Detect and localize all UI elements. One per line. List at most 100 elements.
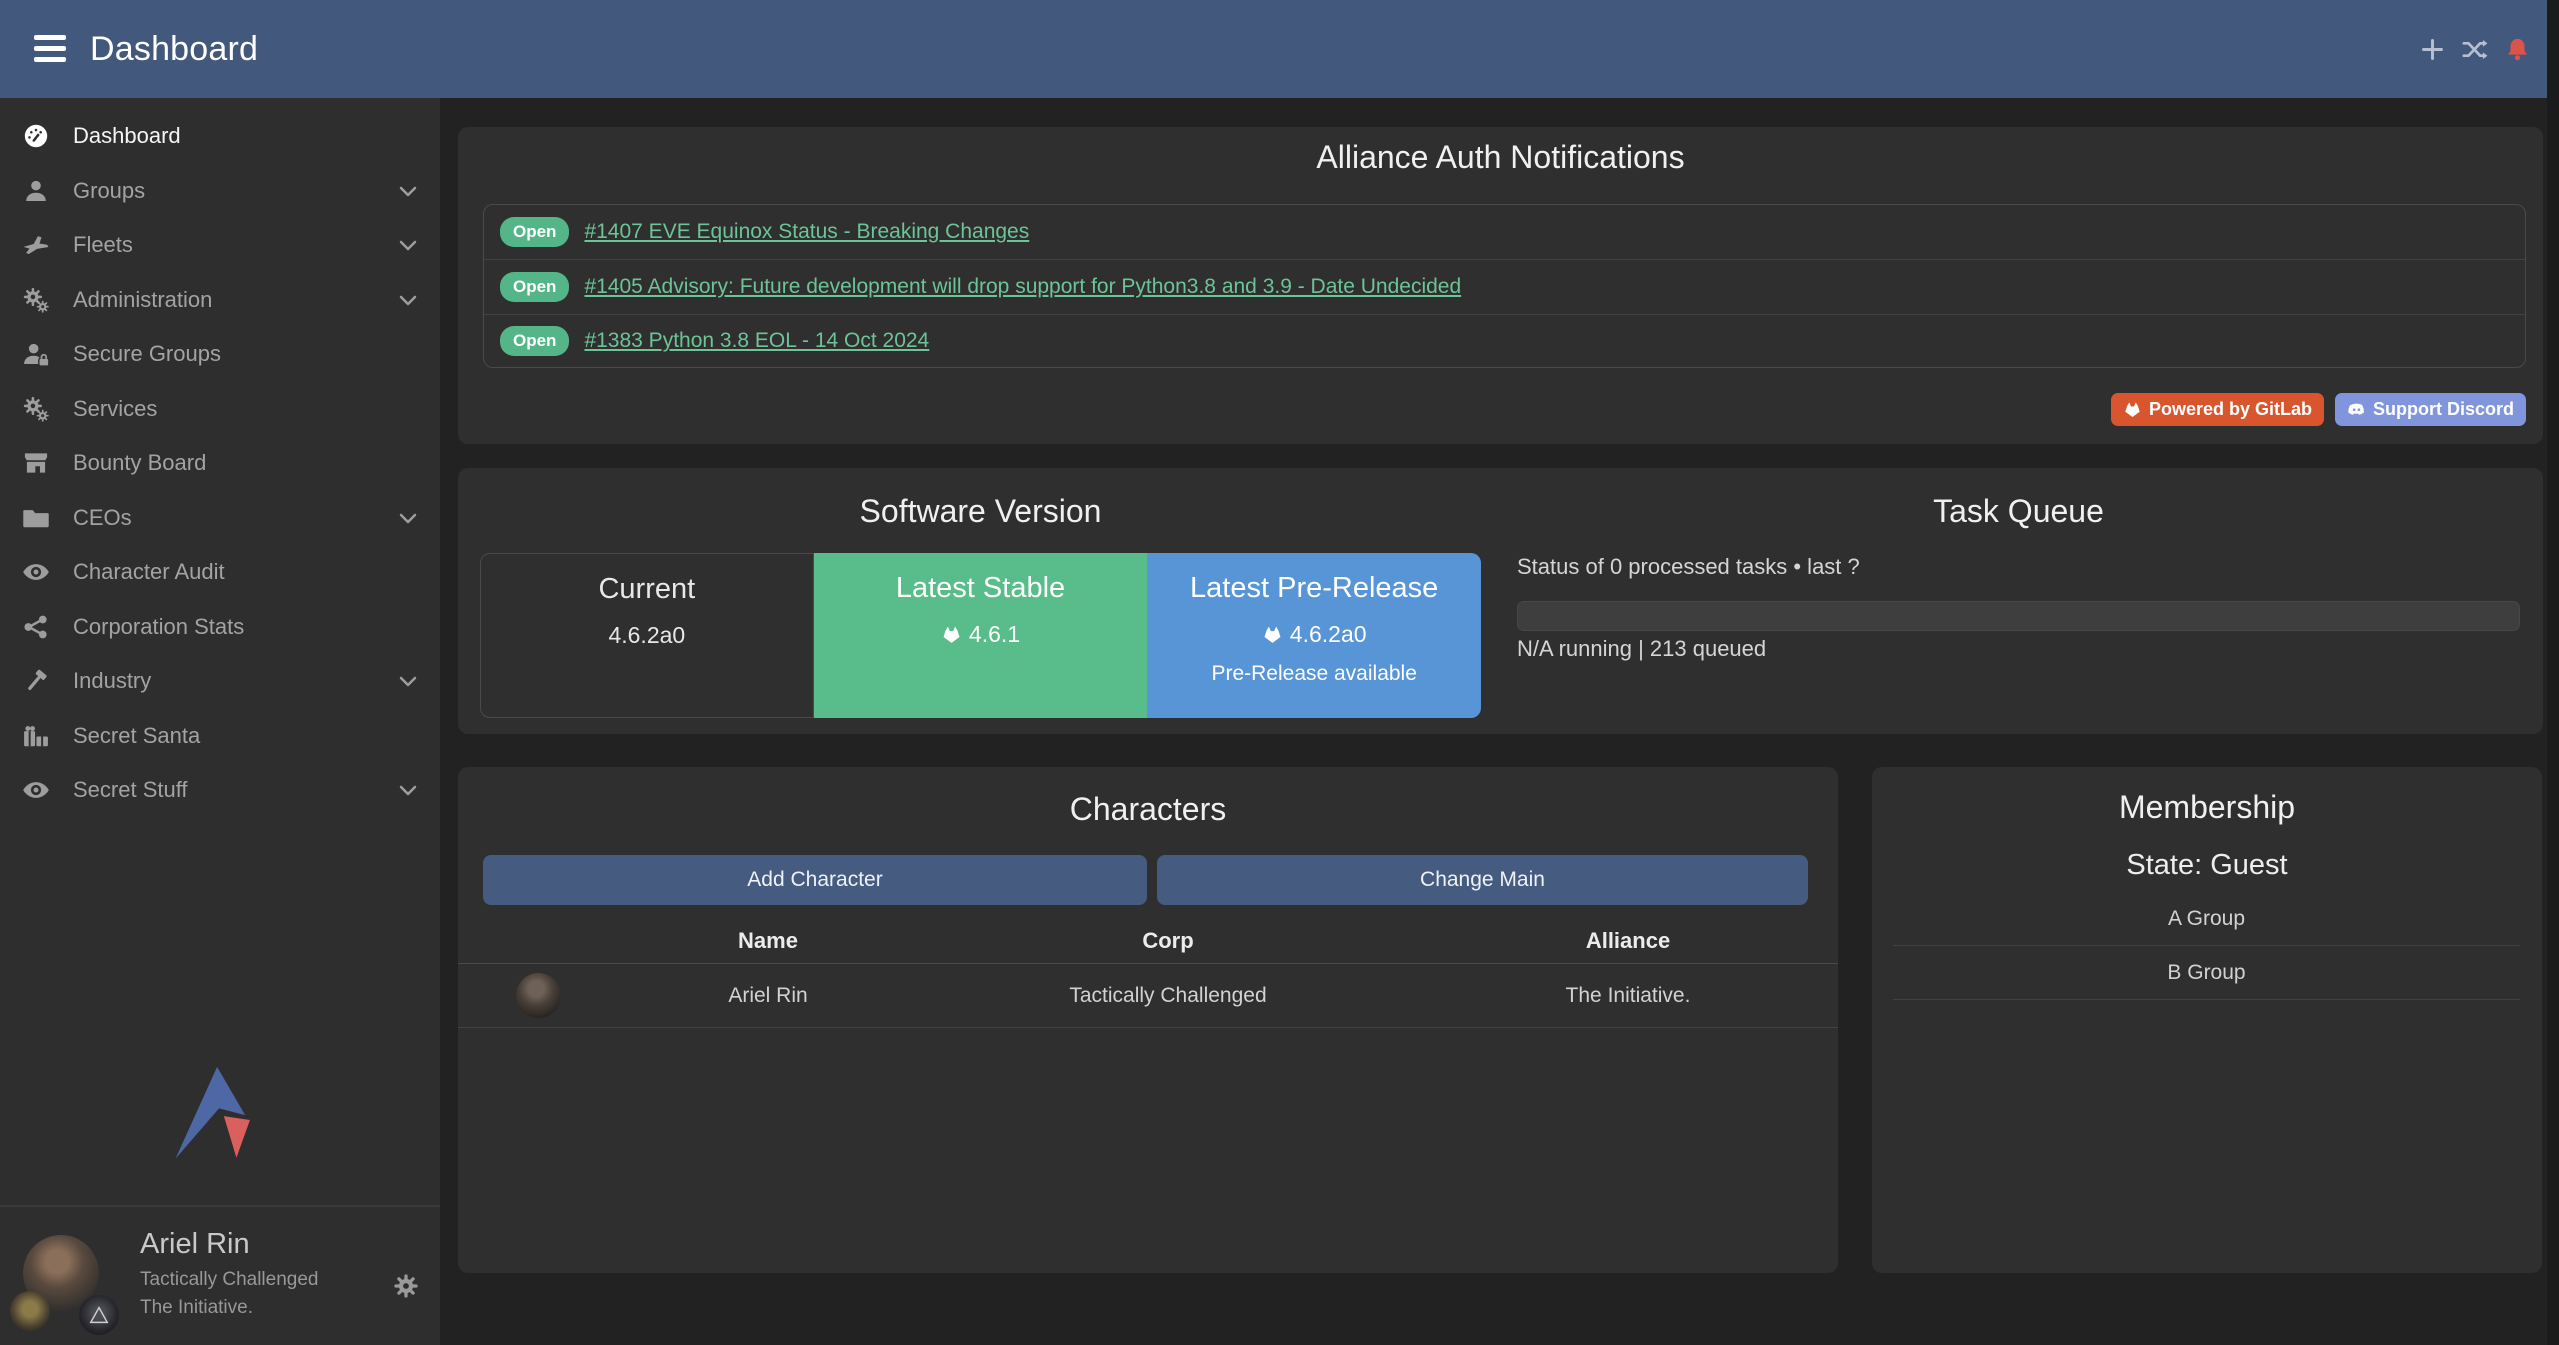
alliance-auth-logo	[162, 1058, 278, 1182]
page-title: Dashboard	[90, 30, 258, 69]
gauge-icon	[22, 122, 50, 150]
support-discord-badge[interactable]: Support Discord	[2335, 393, 2526, 426]
gift-icon	[22, 722, 50, 750]
sidebar-menu: Dashboard Groups Fleets Administration S…	[0, 98, 440, 818]
alliance-logo-badge	[79, 1295, 119, 1335]
sidebar-item-dashboard[interactable]: Dashboard	[0, 109, 440, 164]
sidebar-user-footer: Ariel Rin Tactically Challenged The Init…	[0, 1205, 440, 1345]
column-header-alliance: Alliance	[1418, 928, 1838, 954]
task-queue-status: Status of 0 processed tasks • last ?	[1517, 554, 1860, 580]
version-latest-prerelease: Latest Pre-Release 4.6.2a0 Pre-Release a…	[1147, 553, 1481, 718]
plus-icon[interactable]	[2419, 36, 2446, 63]
change-main-button[interactable]: Change Main	[1157, 855, 1808, 905]
sidebar-item-administration[interactable]: Administration	[0, 273, 440, 328]
notification-link[interactable]: #1405 Advisory: Future development will …	[584, 275, 1461, 299]
version-number: 4.6.2a0	[1290, 621, 1367, 648]
column-header-name: Name	[618, 928, 918, 954]
version-latest-stable: Latest Stable 4.6.1	[814, 553, 1148, 718]
list-item: B Group	[1893, 946, 2520, 1000]
corp-logo-badge	[10, 1291, 50, 1331]
version-number: 4.6.1	[969, 621, 1020, 648]
membership-panel: Membership State: Guest A Group B Group	[1872, 767, 2542, 1273]
chevron-down-icon	[396, 179, 420, 203]
jet-icon	[22, 231, 50, 259]
characters-panel: Characters Add Character Change Main Nam…	[458, 767, 1838, 1273]
settings-gear-icon[interactable]	[392, 1272, 420, 1300]
sidebar-item-label: Dashboard	[73, 123, 181, 149]
hamburger-menu-icon[interactable]	[34, 35, 66, 62]
version-label: Latest Stable	[814, 572, 1148, 605]
badge-label: Powered by GitLab	[2149, 399, 2312, 420]
chevron-down-icon	[396, 288, 420, 312]
membership-title: Membership	[1872, 789, 2542, 826]
sidebar-item-secure-groups[interactable]: Secure Groups	[0, 327, 440, 382]
user-corp: Tactically Challenged	[140, 1269, 319, 1291]
task-queue-summary: N/A running | 213 queued	[1517, 636, 1766, 662]
notifications-list: Open #1407 EVE Equinox Status - Breaking…	[483, 204, 2526, 368]
software-version-panel: Software Version Current 4.6.2a0 Latest …	[458, 468, 2543, 734]
membership-state: State: Guest	[1872, 849, 2542, 882]
character-name: Ariel Rin	[618, 984, 918, 1008]
sidebar-item-label: Secret Stuff	[73, 777, 188, 803]
characters-table-header: Name Corp Alliance	[458, 919, 1838, 963]
status-badge: Open	[500, 272, 569, 302]
eye-icon	[22, 776, 50, 804]
user-icon	[22, 177, 50, 205]
character-portrait	[516, 973, 561, 1018]
footer-badges: Powered by GitLab Support Discord	[2111, 393, 2526, 426]
share-icon	[22, 613, 50, 641]
sidebar-item-ceos[interactable]: CEOs	[0, 491, 440, 546]
user-alliance: The Initiative.	[140, 1297, 253, 1319]
notification-item: Open #1383 Python 3.8 EOL - 14 Oct 2024	[484, 314, 2525, 368]
chevron-down-icon	[396, 233, 420, 257]
task-queue-title: Task Queue	[1517, 493, 2520, 530]
sidebar-item-corporation-stats[interactable]: Corporation Stats	[0, 600, 440, 655]
sidebar-item-industry[interactable]: Industry	[0, 654, 440, 709]
prerelease-note: Pre-Release available	[1147, 662, 1481, 686]
sidebar-item-services[interactable]: Services	[0, 382, 440, 437]
sidebar-item-label: Character Audit	[73, 559, 225, 585]
column-header-corp: Corp	[918, 928, 1418, 954]
sidebar-item-label: Administration	[73, 287, 212, 313]
table-row: Ariel Rin Tactically Challenged The Init…	[458, 964, 1838, 1028]
sidebar-item-label: Secret Santa	[73, 723, 200, 749]
characters-title: Characters	[458, 791, 1838, 828]
sidebar-item-secret-santa[interactable]: Secret Santa	[0, 709, 440, 764]
discord-icon	[2347, 400, 2366, 419]
sidebar-item-fleets[interactable]: Fleets	[0, 218, 440, 273]
character-alliance: The Initiative.	[1418, 984, 1838, 1008]
top-navbar: Dashboard	[0, 0, 2559, 98]
version-label: Latest Pre-Release	[1147, 572, 1481, 605]
software-version-title: Software Version	[480, 493, 1481, 530]
notification-item: Open #1405 Advisory: Future development …	[484, 259, 2525, 313]
chevron-down-icon	[396, 669, 420, 693]
badge-label: Support Discord	[2373, 399, 2514, 420]
notification-link[interactable]: #1407 EVE Equinox Status - Breaking Chan…	[584, 220, 1029, 244]
character-corp: Tactically Challenged	[918, 984, 1418, 1008]
chevron-down-icon	[396, 506, 420, 530]
sidebar-item-label: Services	[73, 396, 157, 422]
sidebar-item-secret-stuff[interactable]: Secret Stuff	[0, 763, 440, 818]
cogs-icon	[22, 395, 50, 423]
sidebar-item-label: Corporation Stats	[73, 614, 244, 640]
add-character-button[interactable]: Add Character	[483, 855, 1147, 905]
powered-by-gitlab-badge[interactable]: Powered by GitLab	[2111, 393, 2324, 426]
user-name: Ariel Rin	[140, 1228, 250, 1261]
sidebar-item-label: Fleets	[73, 232, 133, 258]
shuffle-icon[interactable]	[2461, 36, 2488, 63]
sidebar-item-label: CEOs	[73, 505, 132, 531]
sidebar-item-groups[interactable]: Groups	[0, 164, 440, 219]
sidebar-item-character-audit[interactable]: Character Audit	[0, 545, 440, 600]
main-content: Alliance Auth Notifications Open #1407 E…	[440, 98, 2547, 1345]
bell-icon[interactable]	[2504, 36, 2531, 63]
notification-link[interactable]: #1383 Python 3.8 EOL - 14 Oct 2024	[584, 329, 929, 353]
sidebar-item-bounty-board[interactable]: Bounty Board	[0, 436, 440, 491]
notifications-panel: Alliance Auth Notifications Open #1407 E…	[458, 127, 2543, 444]
sidebar-item-label: Groups	[73, 178, 145, 204]
user-lock-icon	[22, 340, 50, 368]
sidebar-item-label: Secure Groups	[73, 341, 221, 367]
sidebar-item-label: Industry	[73, 668, 151, 694]
scrollbar-track[interactable]	[2547, 0, 2559, 1345]
eye-icon	[22, 558, 50, 586]
notification-item: Open #1407 EVE Equinox Status - Breaking…	[484, 205, 2525, 259]
